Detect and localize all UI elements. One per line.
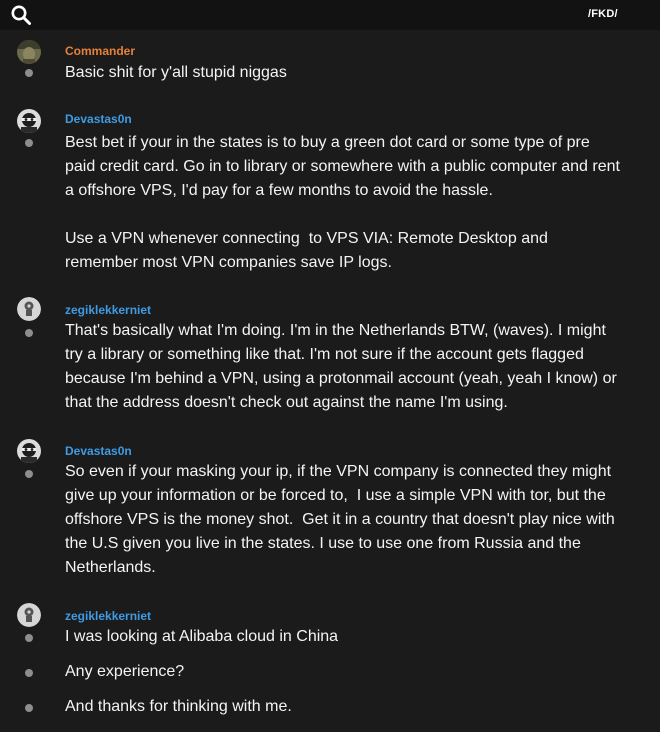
avatar[interactable] — [17, 603, 41, 627]
message-text: Best bet if your in the states is to buy… — [65, 134, 620, 271]
message-bullet — [25, 470, 33, 478]
group-tag[interactable]: /FKD/ — [588, 8, 618, 20]
message-text: And thanks for thinking with me. — [65, 698, 292, 715]
avatar[interactable] — [17, 439, 41, 463]
author-name[interactable]: Commander — [65, 43, 135, 59]
message-bullet — [25, 669, 33, 677]
search-icon[interactable] — [10, 4, 32, 26]
avatar[interactable] — [17, 40, 41, 64]
message-bullet — [25, 139, 33, 147]
message-bullet — [25, 69, 33, 77]
message-text: Basic shit for y'all stupid niggas — [65, 64, 287, 81]
author-name[interactable]: zegiklekkerniet — [65, 302, 151, 318]
message-bullet — [25, 329, 33, 337]
author-name[interactable]: Devastas0n — [65, 111, 132, 127]
message-text: I was looking at Alibaba cloud in China — [65, 628, 339, 645]
avatar[interactable] — [17, 109, 41, 133]
message-text: That's basically what I'm doing. I'm in … — [65, 322, 617, 411]
avatar[interactable] — [17, 297, 41, 321]
top-bar: /FKD/ — [0, 0, 660, 30]
message-bullet — [25, 704, 33, 712]
message-bullet — [25, 634, 33, 642]
message-text: So even if your masking your ip, if the … — [65, 463, 615, 576]
author-name[interactable]: Devastas0n — [65, 443, 132, 459]
message-text: Any experience? — [65, 663, 185, 680]
author-name[interactable]: zegiklekkerniet — [65, 608, 151, 624]
